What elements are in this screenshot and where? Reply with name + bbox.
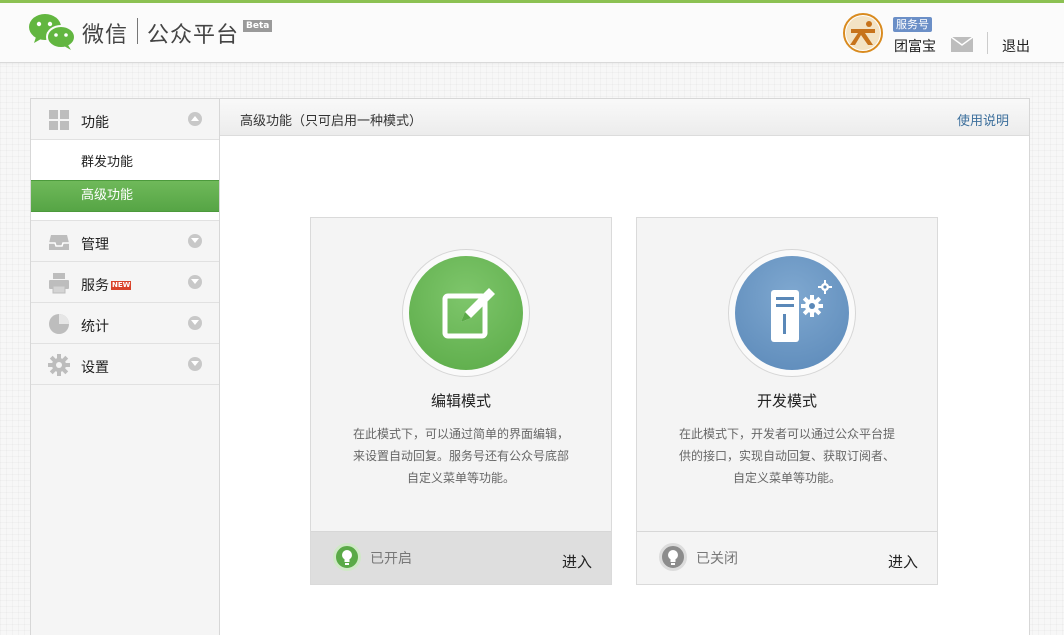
pie-chart-icon <box>49 314 69 334</box>
edit-mode-icon-ring <box>402 249 530 377</box>
sidebar-section-label: 服务 NEW <box>81 278 132 294</box>
avatar-logo-icon <box>846 16 880 50</box>
enter-edit-mode-button[interactable]: 进入 <box>562 551 592 572</box>
card-description: 在此模式下，可以通过简单的界面编辑， 来设置自动回复。服务号还有公众号底部 自定… <box>352 427 569 485</box>
sidebar-section-label: 设置 <box>81 360 109 376</box>
sidebar-sublist: 群发功能 高级功能 <box>31 140 219 221</box>
dev-mode-icon-ring <box>728 249 856 377</box>
card-title: 开发模式 <box>756 392 817 410</box>
top-header: 微信 公众平台 Beta 服务号 团富宝 退出 <box>0 0 1064 63</box>
edit-icon <box>442 288 495 339</box>
lightbulb-on-icon <box>333 543 361 571</box>
card-title: 编辑模式 <box>430 392 491 410</box>
card-footer: 已开启 进入 <box>311 531 611 584</box>
inbox-icon <box>49 235 69 250</box>
edit-mode-icon-circle <box>409 256 523 370</box>
header-divider <box>987 32 988 54</box>
printer-icon <box>49 273 69 294</box>
main-panel: 功能 群发功能 高级功能 管理 服务 NEW 统计 设置 高级功能（只可启用一种… <box>30 98 1030 635</box>
grid-icon <box>49 110 69 130</box>
sidebar-section-label: 管理 <box>81 237 109 253</box>
brand-divider <box>137 18 138 44</box>
sidebar-section-manage[interactable]: 管理 <box>31 221 219 262</box>
beta-badge: Beta <box>243 20 273 32</box>
dev-mode-icon-circle <box>735 256 849 370</box>
content-area: 高级功能（只可启用一种模式） 使用说明 编辑模式 在此模式下，可以通过简单的界面… <box>220 99 1029 635</box>
chevron-down-icon[interactable] <box>188 357 202 371</box>
sidebar-section-settings[interactable]: 设置 <box>31 344 219 385</box>
card-description: 在此模式下，开发者可以通过公众平台提 供的接口，实现自动回复、获取订阅者、 自定… <box>678 427 895 485</box>
sidebar-section-label: 功能 <box>81 115 109 131</box>
sidebar-section-service[interactable]: 服务 NEW <box>31 262 219 303</box>
sidebar-section-label: 统计 <box>81 319 109 335</box>
product-name: 公众平台 <box>147 23 240 48</box>
logout-link[interactable]: 退出 <box>1002 36 1030 56</box>
wechat-logo-icon <box>29 14 76 50</box>
chevron-down-icon[interactable] <box>188 234 202 248</box>
server-gear-icon <box>771 280 832 342</box>
lightbulb-off-icon <box>659 543 687 571</box>
chevron-up-icon[interactable] <box>188 112 202 126</box>
account-type-badge: 服务号 <box>893 17 932 32</box>
account-name[interactable]: 团富宝 <box>894 36 936 56</box>
mail-icon[interactable] <box>951 37 973 52</box>
content-header: 高级功能（只可启用一种模式） 使用说明 <box>220 99 1029 136</box>
edit-mode-card: 编辑模式 在此模式下，可以通过简单的界面编辑， 来设置自动回复。服务号还有公众号… <box>310 217 612 585</box>
dev-mode-card: 开发模式 在此模式下，开发者可以通过公众平台提 供的接口，实现自动回复、获取订阅… <box>636 217 938 585</box>
status-label: 已开启 <box>370 551 412 567</box>
sidebar: 功能 群发功能 高级功能 管理 服务 NEW 统计 设置 <box>31 99 220 635</box>
sidebar-section-stats[interactable]: 统计 <box>31 303 219 344</box>
sidebar-item-mass-send[interactable]: 群发功能 <box>31 148 219 180</box>
page-title: 高级功能（只可启用一种模式） <box>240 114 423 129</box>
enter-dev-mode-button[interactable]: 进入 <box>888 551 918 572</box>
new-badge: NEW <box>111 281 132 290</box>
chevron-down-icon[interactable] <box>188 316 202 330</box>
card-footer: 已关闭 进入 <box>637 531 937 584</box>
sidebar-item-advanced[interactable]: 高级功能 <box>31 180 219 212</box>
sidebar-section-features[interactable]: 功能 <box>31 99 219 140</box>
brand-name: 微信 <box>82 23 129 48</box>
account-avatar[interactable] <box>843 13 883 53</box>
gear-icon <box>48 354 70 376</box>
status-label: 已关闭 <box>696 551 738 567</box>
help-link[interactable]: 使用说明 <box>957 110 1009 129</box>
chevron-down-icon[interactable] <box>188 275 202 289</box>
